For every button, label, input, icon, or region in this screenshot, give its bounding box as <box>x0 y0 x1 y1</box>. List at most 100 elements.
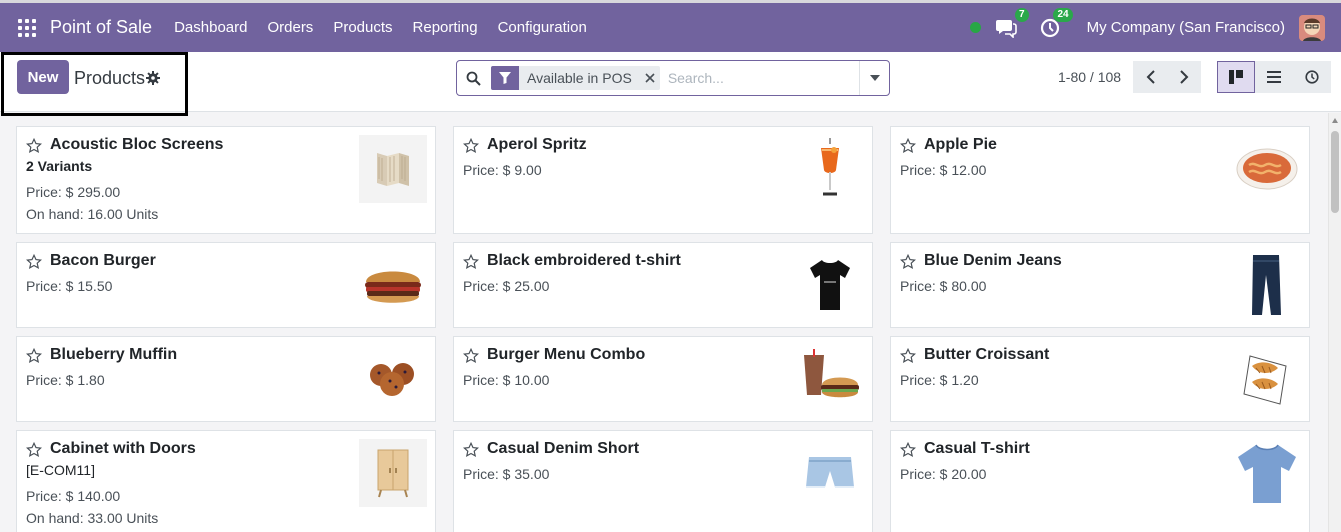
search-icon[interactable] <box>457 61 489 95</box>
search-options-toggle[interactable] <box>859 61 889 95</box>
jeans-image <box>1233 251 1301 319</box>
product-card[interactable]: Blue Denim Jeans Price: $ 80.00 <box>890 242 1310 328</box>
cocktail-image <box>796 135 864 203</box>
menu-reporting[interactable]: Reporting <box>403 19 488 36</box>
blue-tshirt-image <box>1233 439 1301 507</box>
control-panel: New Products Available in POS Search... … <box>0 52 1341 116</box>
messages-count-badge: 7 <box>1015 7 1029 22</box>
product-card[interactable]: Acoustic Bloc Screens 2 Variants Price: … <box>16 126 436 234</box>
navbar-systray: 7 24 My Company (San Francisco) <box>969 3 1341 52</box>
product-name: Cabinet with Doors <box>50 440 196 457</box>
product-price: Price: $ 295.00 <box>26 184 121 200</box>
caret-down-icon <box>869 75 880 81</box>
product-name: Casual Denim Short <box>487 440 640 457</box>
star-icon[interactable] <box>463 442 479 458</box>
pie-image <box>1233 135 1301 203</box>
product-price: Price: $ 12.00 <box>900 162 987 178</box>
kanban-icon <box>1229 70 1243 84</box>
top-navbar: Point of Sale Dashboard Orders Products … <box>0 0 1341 52</box>
clock-icon <box>1305 70 1319 84</box>
product-card[interactable]: Bacon Burger Price: $ 15.50 <box>16 242 436 328</box>
product-price: Price: $ 15.50 <box>26 278 113 294</box>
product-name: Blueberry Muffin <box>50 346 178 363</box>
app-brand[interactable]: Point of Sale <box>50 17 152 38</box>
product-card[interactable]: Blueberry Muffin Price: $ 1.80 <box>16 336 436 422</box>
star-icon[interactable] <box>26 348 42 364</box>
filter-icon <box>491 66 519 90</box>
product-name: Apple Pie <box>924 136 997 153</box>
star-icon[interactable] <box>26 442 42 458</box>
product-reference: [E-COM11] <box>26 462 95 478</box>
cabinet-image <box>359 439 427 507</box>
product-price: Price: $ 80.00 <box>900 278 987 294</box>
remove-filter-icon[interactable] <box>640 73 660 83</box>
filter-facet-label: Available in POS <box>527 70 632 86</box>
product-name: Acoustic Bloc Screens <box>50 136 224 153</box>
product-price: Price: $ 20.00 <box>900 466 987 482</box>
product-name: Aperol Spritz <box>487 136 587 153</box>
product-price: Price: $ 25.00 <box>463 278 550 294</box>
list-icon <box>1267 71 1281 83</box>
black-tshirt-image <box>796 251 864 319</box>
menu-dashboard[interactable]: Dashboard <box>164 19 257 36</box>
product-card[interactable]: Butter Croissant Price: $ 1.20 <box>890 336 1310 422</box>
product-price: Price: $ 10.00 <box>463 372 550 388</box>
scroll-up-icon[interactable] <box>1332 118 1338 123</box>
product-name: Bacon Burger <box>50 252 156 269</box>
product-name: Casual T-shirt <box>924 440 1030 457</box>
company-switcher[interactable]: My Company (San Francisco) <box>1087 19 1285 36</box>
chevron-left-icon <box>1146 70 1155 84</box>
kanban-view-button[interactable] <box>1217 61 1255 93</box>
product-card[interactable]: Cabinet with Doors [E-COM11] Price: $ 14… <box>16 430 436 532</box>
product-card[interactable]: Apple Pie Price: $ 12.00 <box>890 126 1310 234</box>
product-variants: 2 Variants <box>26 158 93 174</box>
product-name: Black embroidered t-shirt <box>487 252 681 269</box>
product-card[interactable]: Aperol Spritz Price: $ 9.00 <box>453 126 873 234</box>
star-icon[interactable] <box>26 138 42 154</box>
pager-next-button[interactable] <box>1167 61 1201 93</box>
star-icon[interactable] <box>900 348 916 364</box>
menu-orders[interactable]: Orders <box>257 19 323 36</box>
muffin-image <box>359 345 427 413</box>
scrollbar-thumb[interactable] <box>1331 131 1339 213</box>
product-card[interactable]: Casual T-shirt Price: $ 20.00 <box>890 430 1310 532</box>
product-card[interactable]: Casual Denim Short Price: $ 35.00 <box>453 430 873 532</box>
croissant-image <box>1233 345 1301 413</box>
online-status-icon <box>969 22 981 33</box>
star-icon[interactable] <box>900 442 916 458</box>
filter-facet: Available in POS <box>491 66 660 90</box>
star-icon[interactable] <box>900 254 916 270</box>
product-card[interactable]: Black embroidered t-shirt Price: $ 25.00 <box>453 242 873 328</box>
user-avatar[interactable] <box>1299 14 1325 41</box>
product-price: Price: $ 1.20 <box>900 372 979 388</box>
star-icon[interactable] <box>26 254 42 270</box>
messages-button[interactable]: 7 <box>993 7 1029 40</box>
activities-count-badge: 24 <box>1053 7 1073 22</box>
search-input[interactable] <box>667 70 858 86</box>
pager-value[interactable]: 1-80 / 108 <box>1058 69 1121 85</box>
burger-image <box>359 251 427 319</box>
product-card[interactable]: Burger Menu Combo Price: $ 10.00 <box>453 336 873 422</box>
pager-previous-button[interactable] <box>1133 61 1167 93</box>
chat-icon <box>995 19 1017 38</box>
product-name: Butter Croissant <box>924 346 1050 363</box>
product-name: Blue Denim Jeans <box>924 252 1062 269</box>
product-price: Price: $ 1.80 <box>26 372 105 388</box>
star-icon[interactable] <box>463 138 479 154</box>
star-icon[interactable] <box>463 348 479 364</box>
star-icon[interactable] <box>900 138 916 154</box>
search-bar: Available in POS <box>456 60 890 96</box>
product-on-hand: On hand: 33.00 Units <box>26 510 159 526</box>
main-menu: Dashboard Orders Products Reporting Conf… <box>164 19 597 36</box>
list-view-button[interactable] <box>1255 61 1293 93</box>
activities-button[interactable]: 24 <box>1037 7 1073 40</box>
shorts-image <box>796 439 864 507</box>
star-icon[interactable] <box>463 254 479 270</box>
vertical-scrollbar[interactable] <box>1328 113 1341 532</box>
menu-configuration[interactable]: Configuration <box>488 19 597 36</box>
combo-image <box>796 345 864 413</box>
activity-view-button[interactable] <box>1293 61 1331 93</box>
apps-menu-icon[interactable] <box>18 18 36 37</box>
menu-products[interactable]: Products <box>323 19 402 36</box>
product-on-hand: On hand: 16.00 Units <box>26 206 159 222</box>
